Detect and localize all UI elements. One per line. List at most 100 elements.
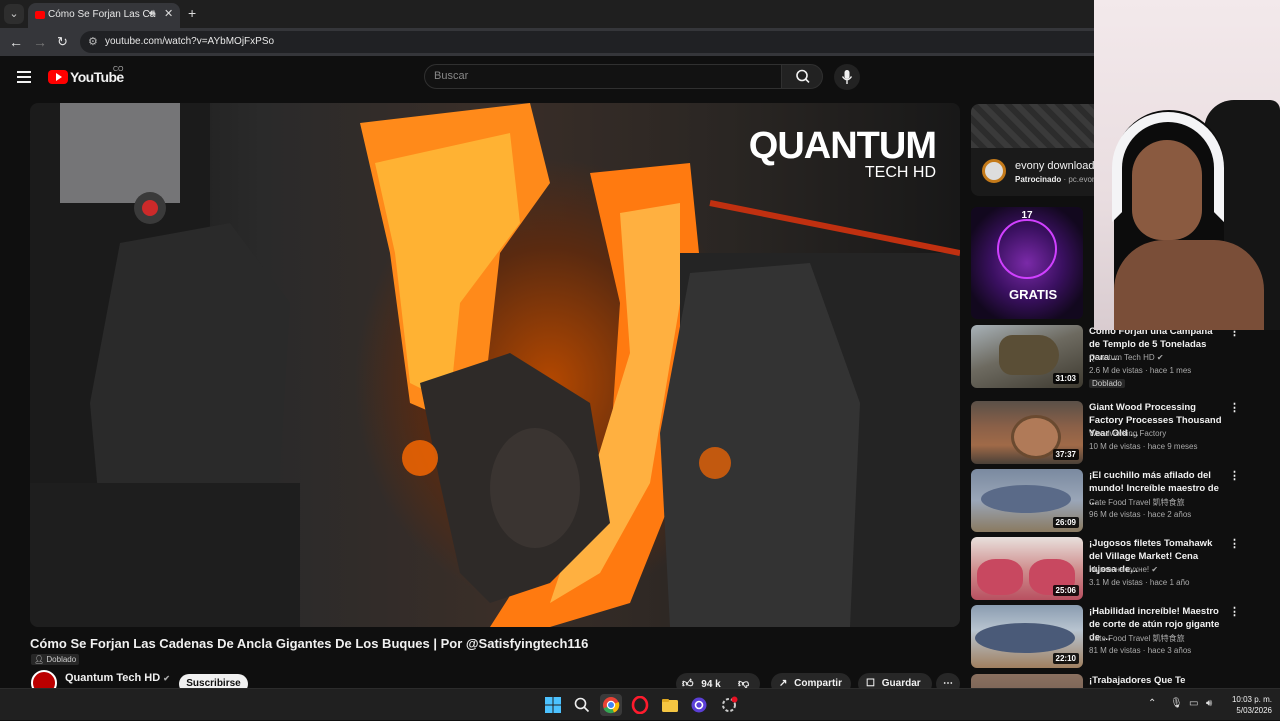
- streamer-body-image: [1114, 240, 1264, 330]
- recommendation-channel[interactable]: Cate Food Travel 凱特食旅: [1089, 633, 1185, 644]
- video-thumbnail[interactable]: [971, 674, 1083, 688]
- more-vertical-icon[interactable]: ⋮: [1229, 537, 1240, 550]
- recommendation-channel[interactable]: Quantum Tech HD ✔: [1089, 353, 1164, 362]
- recommendation-item[interactable]: 25:06 ¡Jugosos filetes Tomahawk del Vill…: [971, 537, 1240, 601]
- close-tab-icon[interactable]: ✕: [164, 7, 173, 20]
- clock-date: 5/03/2026: [1236, 706, 1272, 715]
- video-thumbnail[interactable]: 31:03: [971, 325, 1083, 388]
- webcam-overlay: [1094, 0, 1280, 330]
- settings-app-icon[interactable]: [720, 696, 738, 714]
- address-bar[interactable]: ⚙ youtube.com/watch?v=AYbMOjFxPSo: [80, 31, 1094, 53]
- site-info-icon[interactable]: ⚙: [88, 35, 98, 48]
- video-thumbnail[interactable]: 26:09: [971, 469, 1083, 532]
- youtube-play-logo-icon: [48, 70, 68, 84]
- volume-icon[interactable]: 🔊︎: [1206, 698, 1212, 709]
- dubbed-badge: Doblado: [1089, 379, 1125, 388]
- taskbar-chrome-button[interactable]: [600, 694, 622, 716]
- system-clock[interactable]: 10:03 p. m. 5/03/2026: [1226, 694, 1272, 716]
- search-input[interactable]: [434, 70, 764, 82]
- dubbed-badge: 👤︎ Doblado: [31, 654, 80, 665]
- video-title: Cómo Se Forjan Las Cadenas De Ancla Giga…: [30, 636, 589, 651]
- network-icon[interactable]: ▭: [1189, 698, 1198, 709]
- channel-name[interactable]: Quantum Tech HD ✔: [65, 672, 170, 684]
- chrome-icon: [603, 697, 620, 714]
- browser-tab-strip: ⌄ Cómo Se Forjan Las Cadenas 🔊︎ ✕ +: [0, 0, 1094, 28]
- youtube-header: YouTube CO: [0, 56, 1094, 102]
- more-vertical-icon[interactable]: ⋮: [1229, 605, 1240, 618]
- recommendation-channel-text[interactable]: Quantum Tech HD: [1089, 353, 1155, 362]
- video-thumbnail[interactable]: 22:10: [971, 605, 1083, 668]
- audio-playing-icon[interactable]: 🔊︎: [149, 8, 155, 19]
- recommendation-meta: 2.6 M de vistas · hace 1 mes: [1089, 366, 1192, 375]
- duration-badge: 26:09: [1052, 517, 1079, 528]
- recommendation-meta: 10 M de vistas · hace 9 meses: [1089, 442, 1198, 451]
- more-vertical-icon[interactable]: ⋮: [1229, 469, 1240, 482]
- promo-thumbnail[interactable]: 17 GRATIS: [971, 207, 1083, 319]
- forward-arrow-icon[interactable]: →: [33, 34, 47, 50]
- windows-start-icon[interactable]: [544, 696, 562, 714]
- video-player[interactable]: QUANTUM TECH HD: [30, 103, 960, 627]
- tab-title: Cómo Se Forjan Las Cadenas: [48, 9, 156, 20]
- microphone-icon: [841, 70, 853, 84]
- youtube-favicon-icon: [35, 11, 45, 19]
- ad-title[interactable]: evony download: [1015, 160, 1094, 172]
- ad-sponsor-line: Patrocinado · pc.evon: [1015, 175, 1094, 184]
- promo-badge-number: 17: [1021, 210, 1033, 221]
- windows-taskbar: ⌃ 🎙︎ ▭ 🔊︎ 10:03 p. m. 5/03/2026: [0, 688, 1280, 720]
- clock-time: 10:03 p. m.: [1231, 695, 1272, 704]
- dubbed-label: Doblado: [46, 655, 77, 664]
- browser-toolbar: ← → ↻ ⚙ youtube.com/watch?v=AYbMOjFxPSo: [0, 28, 1094, 56]
- duration-badge: 37:37: [1052, 449, 1079, 460]
- country-code: CO: [113, 66, 124, 73]
- url-text[interactable]: youtube.com/watch?v=AYbMOjFxPSo: [105, 36, 274, 47]
- recommendation-item[interactable]: 22:10 ¡Habilidad increíble! Maestro de c…: [971, 605, 1240, 669]
- tab-search-button[interactable]: ⌄: [4, 4, 24, 24]
- hamburger-menu-icon[interactable]: [17, 71, 31, 83]
- channel-watermark: QUANTUM TECH HD: [748, 125, 937, 182]
- watermark-name: QUANTUM: [748, 125, 937, 167]
- new-tab-button[interactable]: +: [188, 5, 196, 21]
- recommendation-title[interactable]: ¡Trabajadores Que Te Pondrán: [1089, 674, 1225, 688]
- recommendation-channel[interactable]: Cate Food Travel 凱特食旅: [1089, 497, 1185, 508]
- taskbar-search-icon[interactable]: [573, 696, 591, 714]
- recommendation-meta: 81 M de vistas · hace 3 años: [1089, 646, 1192, 655]
- recommendation-item[interactable]: ¡Trabajadores Que Te Pondrán ⋮: [971, 674, 1231, 688]
- file-explorer-icon[interactable]: [661, 696, 679, 714]
- recommendation-meta: 96 M de vistas · hace 2 años: [1089, 510, 1192, 519]
- sponsored-label: Patrocinado: [1015, 175, 1062, 184]
- back-arrow-icon[interactable]: ←: [9, 34, 23, 50]
- voice-search-button[interactable]: [834, 64, 860, 90]
- browser-tab[interactable]: Cómo Se Forjan Las Cadenas 🔊︎ ✕: [28, 3, 180, 28]
- video-thumbnail[interactable]: 25:06: [971, 537, 1083, 600]
- more-vertical-icon[interactable]: ⋮: [1229, 674, 1231, 687]
- search-button[interactable]: [781, 64, 823, 89]
- verified-icon: ✔: [1156, 353, 1164, 362]
- recommendation-meta: 3.1 M de vistas · hace 1 año: [1089, 578, 1190, 587]
- search-box[interactable]: [424, 64, 782, 89]
- verified-icon: ✔: [1151, 565, 1159, 574]
- app-circle-icon[interactable]: [690, 696, 708, 714]
- channel-name-text[interactable]: Quantum Tech HD: [65, 672, 160, 684]
- ad-app-icon: [982, 159, 1006, 183]
- duration-badge: 22:10: [1052, 653, 1079, 664]
- ad-domain: pc.evon: [1068, 175, 1094, 184]
- person-icon: 👤︎: [34, 655, 45, 664]
- verified-icon: ✔: [163, 674, 170, 683]
- video-thumbnail[interactable]: 37:37: [971, 401, 1083, 464]
- promo-word: GRATIS: [1009, 287, 1058, 302]
- recommendation-item[interactable]: 26:09 ¡El cuchillo más afilado del mundo…: [971, 469, 1240, 533]
- search-icon: [796, 69, 810, 83]
- recommendation-item[interactable]: 31:03 Cómo Forjan una Campana de Templo …: [971, 325, 1240, 389]
- recommendation-item[interactable]: 37:37 Giant Wood Processing Factory Proc…: [971, 401, 1240, 465]
- recommendation-channel[interactable]: Woodworking Factory: [1089, 429, 1166, 438]
- duration-badge: 31:03: [1052, 373, 1079, 384]
- sponsored-ad-card[interactable]: evony download Patrocinado · pc.evon: [971, 104, 1094, 196]
- show-hidden-icons-chevron-icon[interactable]: ⌃: [1148, 698, 1156, 709]
- recommendation-channel[interactable]: Мужик на кухне! ✔: [1089, 565, 1158, 574]
- ad-banner-image: [971, 104, 1094, 148]
- recommendation-channel-text[interactable]: Мужик на кухне!: [1089, 565, 1149, 574]
- microphone-tray-icon[interactable]: 🎙︎: [1170, 698, 1183, 709]
- opera-icon[interactable]: [631, 695, 649, 715]
- more-vertical-icon[interactable]: ⋮: [1229, 401, 1240, 414]
- reload-icon[interactable]: ↻: [57, 34, 68, 50]
